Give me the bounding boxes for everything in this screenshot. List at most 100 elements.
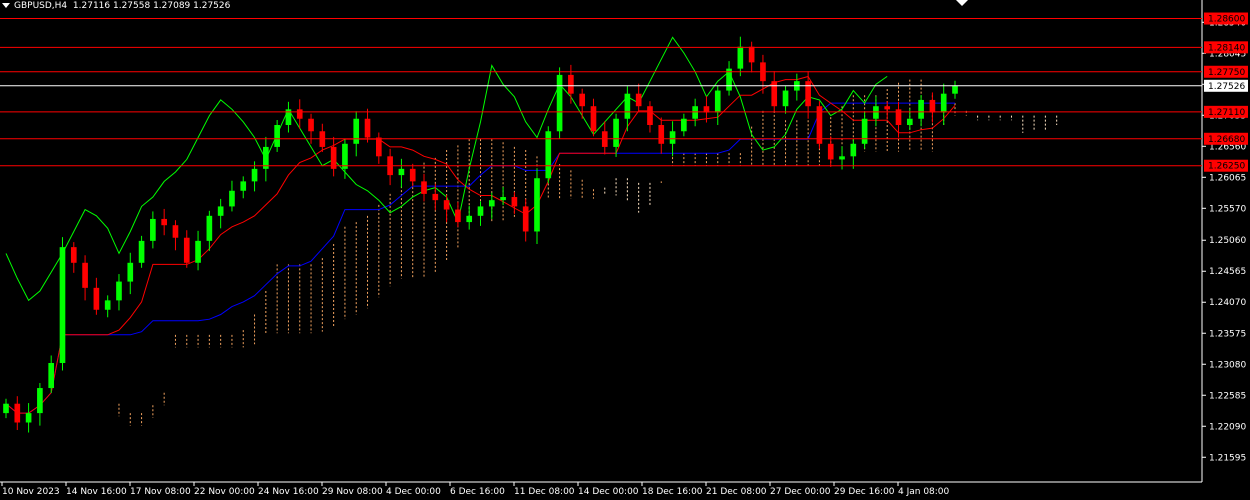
time-tick-label: 14 Nov 16:00 [66, 487, 127, 497]
candle-body [906, 118, 913, 125]
level-price-label: 1.26680 [1208, 135, 1245, 145]
candle-body [342, 143, 348, 169]
candle-body [500, 197, 506, 201]
candle-body [217, 206, 224, 216]
price-tick-label: 1.21595 [1209, 453, 1246, 463]
price-tick-label: 1.22585 [1209, 391, 1246, 401]
candle-body [568, 74, 574, 94]
time-tick-label: 29 Dec 16:00 [834, 487, 895, 497]
candle-body [647, 106, 653, 125]
candle-body [421, 181, 427, 194]
level-price-label: 1.28600 [1208, 15, 1245, 25]
candle-body [737, 46, 744, 69]
time-tick-label: 10 Nov 2023 [2, 487, 60, 497]
level-price-label: 1.27750 [1208, 68, 1245, 78]
candle-body [590, 106, 597, 132]
price-tick-label: 1.22090 [1209, 422, 1246, 432]
time-tick-label: 21 Dec 08:00 [706, 487, 767, 497]
candle-body [409, 168, 416, 182]
tenkan-sen-line [5, 75, 956, 414]
time-tick-label: 22 Nov 00:00 [194, 487, 255, 497]
candle-body [692, 106, 698, 119]
candle-body [884, 106, 891, 110]
candle-body [172, 225, 179, 238]
candle-body [364, 118, 371, 138]
price-tick-label: 1.25060 [1209, 236, 1246, 246]
candle-body [353, 118, 360, 144]
candle-body [59, 247, 66, 363]
candle-body [104, 300, 111, 310]
candle-body [466, 215, 473, 223]
candle-body [681, 118, 687, 132]
candle-body [183, 237, 190, 263]
candle-body [534, 178, 540, 232]
candle-body [3, 403, 9, 414]
candle-body [579, 93, 586, 107]
candle-body [714, 90, 721, 113]
candle-body [748, 46, 755, 63]
candle-body [240, 181, 247, 191]
chikou-span-line [5, 36, 888, 302]
candle-body [669, 131, 676, 144]
candle-body [873, 106, 879, 119]
time-tick-label: 18 Dec 16:00 [642, 487, 703, 497]
candle-body [940, 93, 947, 113]
candle-body [195, 240, 201, 263]
price-tick-label: 1.26065 [1209, 173, 1246, 183]
candle-body [150, 218, 156, 241]
time-tick-label: 14 Dec 00:00 [578, 487, 639, 497]
candle-body [274, 125, 280, 147]
candle-body [635, 93, 642, 107]
candle-body [443, 200, 450, 210]
candle-body [37, 388, 43, 414]
candle-body [861, 118, 868, 144]
candle-body [70, 247, 77, 263]
candle-body [658, 125, 665, 144]
level-price-label: 1.28140 [1208, 43, 1245, 53]
time-tick-label: 24 Nov 16:00 [258, 487, 319, 497]
time-tick-label: 29 Nov 08:00 [322, 487, 383, 497]
candle-body [455, 209, 461, 223]
candle-body [511, 197, 518, 207]
current-price-label: 1.27526 [1208, 82, 1245, 92]
candle-body [613, 118, 619, 147]
candle-body [488, 200, 495, 207]
candle-body [805, 81, 811, 107]
price-tick-label: 1.23080 [1209, 360, 1246, 370]
candle-body [82, 262, 88, 288]
candle-body [929, 99, 936, 113]
candle-body [251, 168, 258, 182]
time-tick-label: 27 Dec 00:00 [770, 487, 831, 497]
time-tick-label: 4 Dec 00:00 [386, 487, 441, 497]
price-tick-label: 1.25570 [1209, 204, 1246, 214]
candle-body [850, 143, 857, 157]
kijun-sen-line [5, 102, 955, 414]
level-price-label: 1.27110 [1208, 108, 1245, 118]
price-tick-label: 1.24070 [1209, 298, 1246, 308]
candle-body [48, 363, 55, 389]
candle-body [229, 190, 235, 207]
candle-body [952, 85, 958, 94]
price-tick-label: 1.23575 [1209, 329, 1246, 339]
candle-body [25, 413, 32, 423]
candle-body [839, 156, 845, 160]
candle-body [127, 262, 134, 282]
candle-body [782, 90, 789, 107]
candle-body [556, 74, 563, 132]
candle-body [206, 215, 213, 241]
candle-body [827, 143, 834, 160]
candle-body [308, 118, 314, 132]
time-tick-label: 11 Dec 08:00 [514, 487, 575, 497]
candle-body [93, 287, 100, 310]
candle-body [918, 99, 924, 119]
price-tick-label: 1.24565 [1209, 267, 1246, 277]
candle-body [398, 168, 405, 176]
time-tick-label: 6 Dec 16:00 [450, 487, 505, 497]
candle-body [138, 240, 145, 263]
candle-body [161, 218, 167, 226]
price-chart[interactable]: 1.285401.280451.275501.270551.265601.260… [0, 0, 1250, 500]
time-tick-label: 17 Nov 08:00 [130, 487, 191, 497]
candle-body [296, 109, 303, 119]
time-tick-label: 4 Jan 08:00 [898, 487, 950, 497]
candle-body [116, 281, 122, 301]
